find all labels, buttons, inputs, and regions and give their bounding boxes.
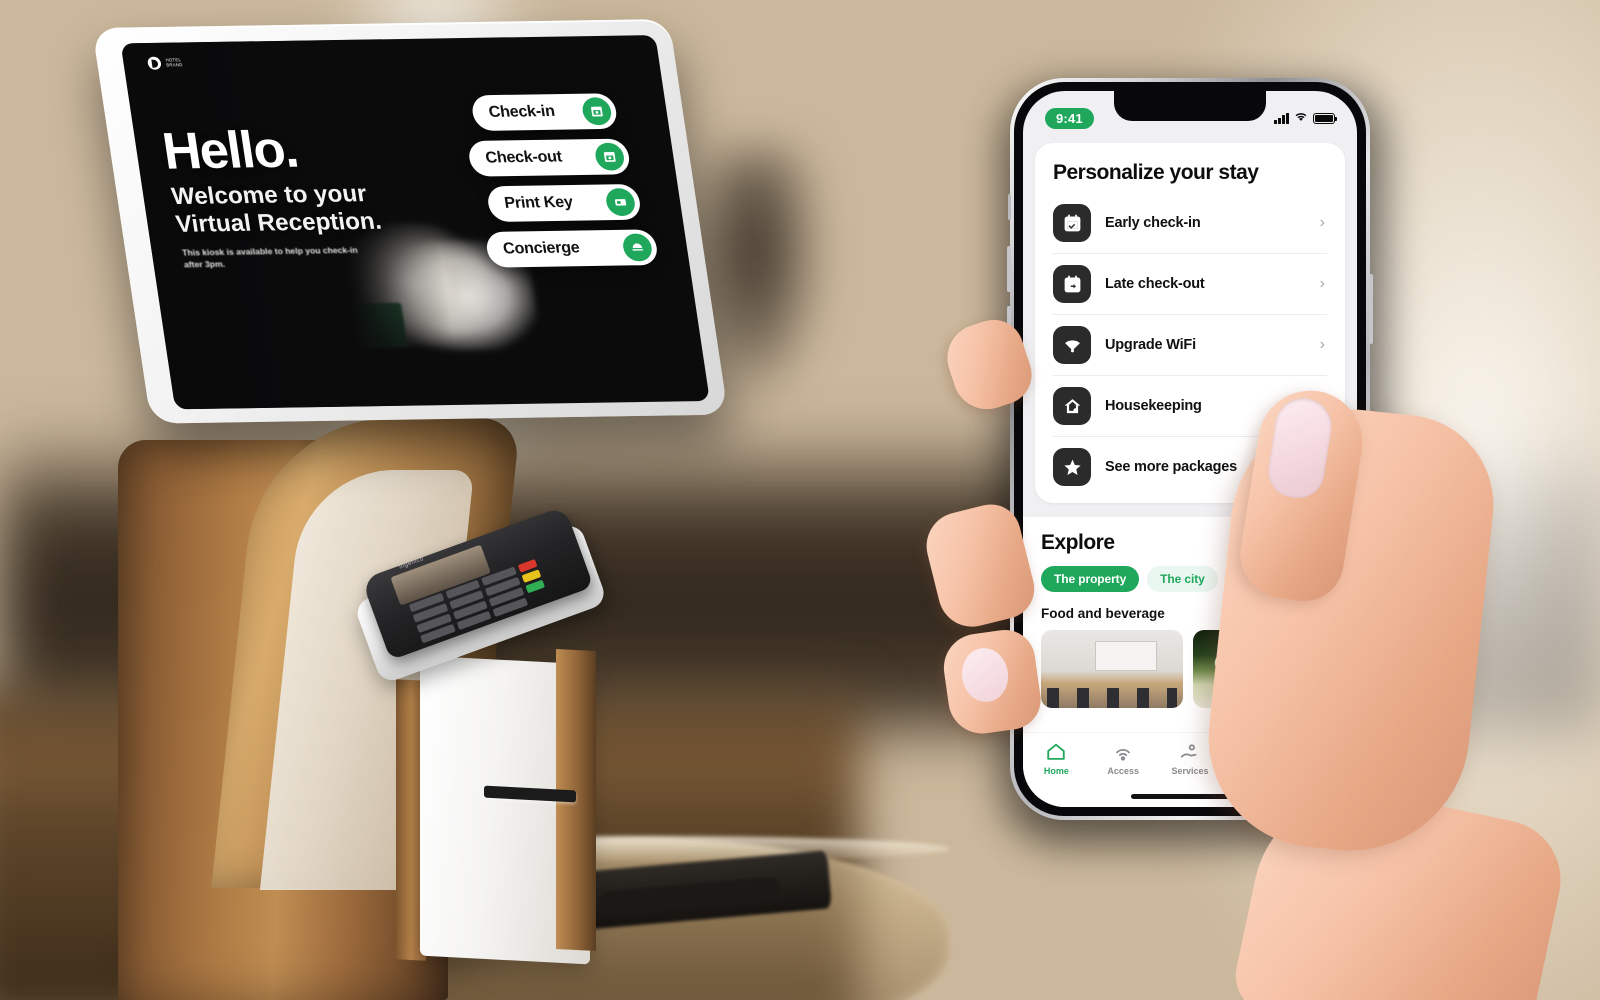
- chip-the-city[interactable]: The city: [1147, 566, 1218, 592]
- row-see-more-packages[interactable]: See more packages ›: [1053, 437, 1327, 497]
- tab-services[interactable]: Services: [1160, 741, 1220, 776]
- bell-icon: [621, 233, 654, 262]
- kiosk-logo-line2: BRAND: [165, 62, 183, 68]
- kiosk-logo-mark-icon: [146, 56, 162, 70]
- kiosk-unit: HOTEL BRAND Hello. Welcome to your Virtu…: [0, 0, 729, 1000]
- checkin-icon: [580, 97, 614, 126]
- battery-full-icon: [1313, 112, 1337, 124]
- row-label: Upgrade WiFi: [1105, 337, 1196, 353]
- tablet-body: HOTEL BRAND Hello. Welcome to your Virtu…: [92, 18, 729, 424]
- phone-frame: 9:41 Personalize your stay Early check-i…: [1007, 78, 1373, 820]
- checkout-icon: [593, 142, 626, 171]
- wifi-icon: [1294, 109, 1308, 127]
- tab-label: Services: [1171, 766, 1209, 776]
- personalize-title: Personalize your stay: [1053, 161, 1259, 184]
- row-housekeeping[interactable]: Housekeeping ›: [1053, 376, 1327, 437]
- kiosk-concierge-button[interactable]: Concierge: [484, 229, 660, 268]
- kiosk-logo: HOTEL BRAND: [146, 56, 183, 70]
- wifi-icon: [1053, 326, 1091, 364]
- tab-info[interactable]: Info: [1294, 741, 1354, 776]
- chevron-right-icon: ›: [1319, 214, 1325, 231]
- phone-screen[interactable]: 9:41 Personalize your stay Early check-i…: [1023, 91, 1357, 807]
- explore-chip-group: The property The city Your room: [1041, 566, 1339, 592]
- kiosk-checkout-button[interactable]: Check-out: [466, 138, 632, 177]
- smartphone: 9:41 Personalize your stay Early check-i…: [1000, 78, 1390, 844]
- cellular-signal-icon: [1274, 112, 1289, 124]
- explore-section-title: Food and beverage: [1041, 606, 1165, 621]
- tab-trips[interactable]: Trips: [1227, 741, 1287, 776]
- row-label: Early check-in: [1105, 215, 1201, 231]
- tab-access[interactable]: Access: [1093, 741, 1153, 776]
- services-icon: [1180, 744, 1197, 758]
- conference-room-photo[interactable]: [1041, 630, 1183, 708]
- third-photo[interactable]: [1345, 630, 1357, 708]
- calendar-check-icon: [1053, 204, 1091, 242]
- row-label: See more packages: [1105, 459, 1238, 475]
- house-icon: [1053, 387, 1091, 425]
- row-upgrade-wifi[interactable]: Upgrade WiFi ›: [1053, 315, 1327, 376]
- phone-bezel: 9:41 Personalize your stay Early check-i…: [1014, 82, 1366, 816]
- chip-the-property[interactable]: The property: [1041, 566, 1140, 592]
- calendar-arrow-icon: [1053, 265, 1091, 303]
- volume-up-button[interactable]: [1007, 246, 1011, 292]
- tab-label: Trips: [1246, 766, 1268, 776]
- row-early-checkin[interactable]: Early check-in ›: [1053, 193, 1327, 254]
- kiosk-subtext: This kiosk is available to help you chec…: [181, 244, 359, 270]
- chevron-right-icon: ›: [1319, 458, 1325, 475]
- row-late-checkout[interactable]: Late check-out ›: [1053, 254, 1327, 315]
- silent-switch[interactable]: [1008, 194, 1011, 220]
- chevron-right-icon: ›: [1319, 336, 1325, 353]
- kiosk-tablet: HOTEL BRAND Hello. Welcome to your Virtu…: [92, 18, 729, 424]
- key-card-icon: [604, 188, 637, 217]
- kiosk-button-list: Check-in Check-out Print Key Concierge: [454, 92, 695, 277]
- power-button[interactable]: [1369, 274, 1373, 344]
- star-icon: [1053, 448, 1091, 486]
- trips-icon: [1248, 745, 1265, 760]
- row-label: Late check-out: [1105, 276, 1205, 292]
- tablet-screen[interactable]: HOTEL BRAND Hello. Welcome to your Virtu…: [120, 35, 710, 410]
- kiosk-welcome: Welcome to your Virtual Reception.: [169, 180, 384, 239]
- tab-home[interactable]: Home: [1026, 741, 1086, 776]
- chevron-right-icon: ›: [1319, 397, 1325, 414]
- volume-down-button[interactable]: [1007, 306, 1011, 352]
- info-icon: [1316, 743, 1331, 762]
- home-indicator[interactable]: [1131, 794, 1249, 799]
- kiosk-printkey-label: Print Key: [503, 193, 574, 212]
- home-icon: [1047, 743, 1066, 760]
- chip-your-room[interactable]: Your room: [1225, 566, 1311, 592]
- explore-title: Explore: [1041, 531, 1115, 554]
- access-icon: [1116, 749, 1131, 761]
- row-label: Housekeeping: [1105, 398, 1202, 414]
- app-content[interactable]: Personalize your stay Early check-in › L…: [1023, 135, 1357, 807]
- status-bar: 9:41: [1023, 91, 1357, 135]
- tab-label: Home: [1043, 766, 1069, 776]
- kiosk-concierge-label: Concierge: [501, 239, 581, 258]
- tab-label: Info: [1315, 766, 1332, 776]
- floral-table-photo[interactable]: [1193, 630, 1335, 708]
- kiosk-checkin-label: Check-in: [487, 103, 556, 121]
- kiosk-checkin-button[interactable]: Check-in: [470, 93, 619, 132]
- kiosk-heading: Hello.: [158, 121, 302, 181]
- status-time: 9:41: [1045, 107, 1094, 129]
- chevron-right-icon: ›: [1319, 275, 1325, 292]
- kiosk-printkey-button[interactable]: Print Key: [485, 183, 643, 222]
- explore-section: Explore The property The city Your room …: [1023, 517, 1357, 747]
- kiosk-checkout-label: Check-out: [484, 148, 564, 167]
- personalize-card: Personalize your stay Early check-in › L…: [1035, 143, 1345, 503]
- explore-thumbnails: [1041, 630, 1357, 708]
- tab-label: Access: [1107, 766, 1139, 776]
